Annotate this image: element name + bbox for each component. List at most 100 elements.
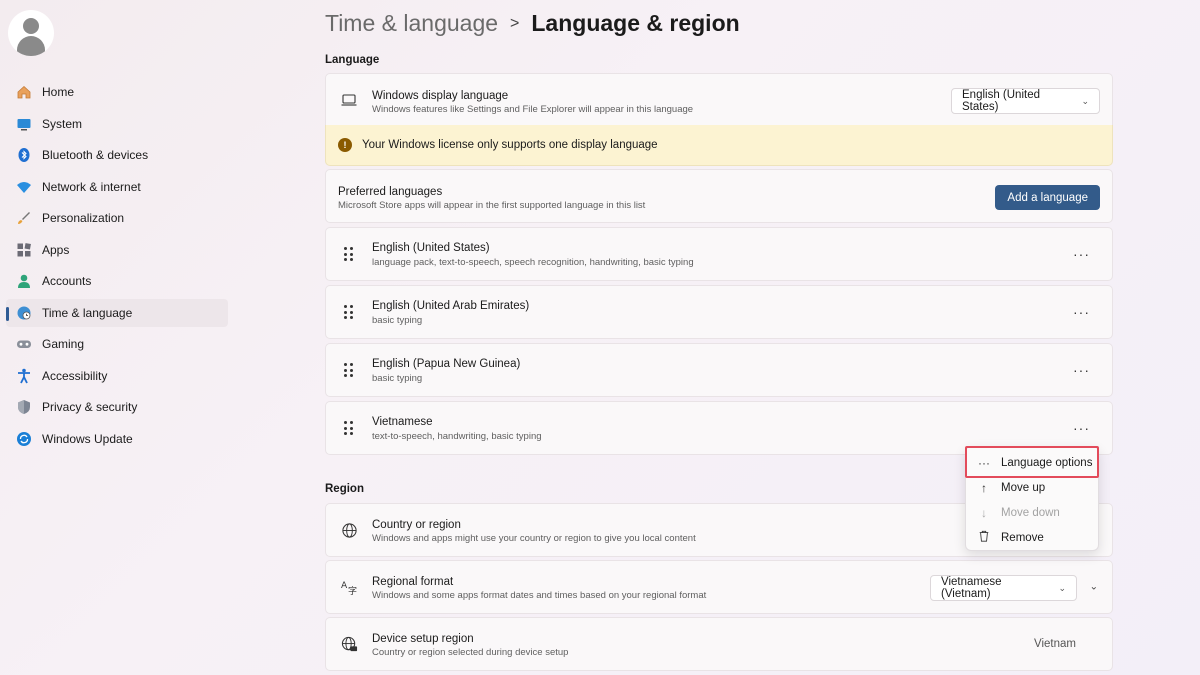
menu-item-label: Move up bbox=[1001, 481, 1046, 494]
more-options-icon[interactable]: ··· bbox=[1073, 304, 1090, 320]
sidebar-item-windows-update[interactable]: Windows Update bbox=[6, 425, 228, 453]
shield-icon bbox=[16, 399, 32, 415]
sidebar-item-accessibility[interactable]: Accessibility bbox=[6, 362, 228, 390]
device-setup-region-title: Device setup region bbox=[372, 633, 474, 645]
sidebar-item-label: Apps bbox=[42, 242, 70, 257]
sidebar-item-apps[interactable]: Apps bbox=[6, 236, 228, 264]
avatar-head bbox=[23, 18, 39, 34]
sidebar-item-label: System bbox=[42, 116, 83, 131]
menu-item-remove[interactable]: Remove bbox=[966, 525, 1100, 550]
svg-text:A: A bbox=[341, 581, 348, 591]
more-options-icon[interactable]: ··· bbox=[1073, 420, 1090, 436]
system-icon bbox=[16, 116, 32, 132]
menu-item-label: Move down bbox=[1001, 506, 1060, 519]
sidebar-item-home[interactable]: Home bbox=[6, 78, 228, 106]
language-features: language pack, text-to-speech, speech re… bbox=[372, 257, 694, 268]
sidebar-item-network[interactable]: Network & internet bbox=[6, 173, 228, 201]
update-icon bbox=[16, 431, 32, 447]
language-name: English (Papua New Guinea) bbox=[372, 358, 521, 370]
avatar[interactable] bbox=[8, 10, 54, 56]
more-options-icon[interactable]: ··· bbox=[1073, 362, 1090, 378]
menu-item-label: Remove bbox=[1001, 531, 1044, 544]
account-icon bbox=[16, 273, 32, 289]
display-language-value: English (United States) bbox=[962, 89, 1040, 113]
sidebar-item-label: Windows Update bbox=[42, 431, 133, 446]
drag-handle-icon[interactable] bbox=[344, 247, 354, 261]
arrow-down-icon: ↓ bbox=[981, 505, 987, 520]
section-title-language: Language bbox=[325, 54, 380, 66]
preferred-languages-card: Preferred languages Microsoft Store apps… bbox=[325, 169, 1113, 223]
language-row[interactable]: English (United Arab Emirates) basic typ… bbox=[325, 285, 1113, 339]
chevron-down-icon: ⌄ bbox=[1058, 582, 1066, 593]
drag-handle-icon[interactable] bbox=[344, 421, 354, 435]
sidebar-item-gaming[interactable]: Gaming bbox=[6, 330, 228, 358]
apps-icon bbox=[16, 242, 32, 258]
device-setup-region-value: Vietnam bbox=[1034, 638, 1076, 650]
display-language-title: Windows display language bbox=[372, 90, 509, 102]
sidebar-item-label: Time & language bbox=[42, 305, 133, 320]
menu-item-move-down: ↓ Move down bbox=[966, 500, 1100, 525]
breadcrumb-parent[interactable]: Time & language bbox=[325, 10, 498, 37]
language-context-menu: ··· Language options ↑ Move up ↓ Move do… bbox=[965, 446, 1099, 551]
sidebar-item-label: Bluetooth & devices bbox=[42, 148, 149, 162]
laptop-icon bbox=[340, 91, 358, 109]
display-language-card: Windows display language Windows feature… bbox=[325, 73, 1113, 126]
expand-chevron-icon[interactable]: ⌄ bbox=[1090, 582, 1098, 593]
menu-item-move-up[interactable]: ↑ Move up bbox=[966, 475, 1100, 500]
regional-format-value: Vietnamese (Vietnam) bbox=[941, 576, 1002, 600]
bluetooth-icon bbox=[16, 147, 32, 163]
sidebar-item-label: Privacy & security bbox=[42, 400, 138, 414]
gamepad-icon bbox=[16, 336, 32, 352]
device-setup-region-card: Device setup region Country or region se… bbox=[325, 617, 1113, 671]
globe-icon bbox=[340, 521, 358, 539]
display-language-dropdown[interactable]: English (United States) ⌄ bbox=[951, 88, 1100, 114]
sidebar-item-label: Personalization bbox=[42, 211, 125, 225]
sidebar-item-personalization[interactable]: Personalization bbox=[6, 204, 228, 232]
sidebar-item-time-language[interactable]: Time & language bbox=[6, 298, 228, 327]
page-title: Language & region bbox=[531, 10, 740, 36]
globe-clock-icon bbox=[16, 305, 32, 321]
home-icon bbox=[16, 84, 32, 100]
sidebar-nav: Home System Bluetooth & devices Network … bbox=[6, 78, 228, 456]
menu-item-label: Language options bbox=[1001, 456, 1093, 469]
device-setup-region-subtitle: Country or region selected during device… bbox=[372, 647, 569, 658]
arrow-up-icon: ↑ bbox=[981, 480, 987, 495]
regional-format-title: Regional format bbox=[372, 576, 454, 588]
chevron-down-icon: ⌄ bbox=[1081, 95, 1089, 106]
drag-handle-icon[interactable] bbox=[344, 363, 354, 377]
chevron-right-icon: > bbox=[510, 14, 520, 32]
language-row[interactable]: English (United States) language pack, t… bbox=[325, 227, 1113, 281]
sidebar-item-label: Accounts bbox=[42, 274, 92, 288]
sidebar-item-privacy[interactable]: Privacy & security bbox=[6, 393, 228, 421]
preferred-languages-title: Preferred languages bbox=[338, 186, 443, 198]
regional-format-subtitle: Windows and some apps format dates and t… bbox=[372, 590, 707, 601]
sidebar-item-bluetooth[interactable]: Bluetooth & devices bbox=[6, 141, 228, 169]
sidebar-item-label: Home bbox=[42, 85, 75, 99]
sidebar-item-system[interactable]: System bbox=[6, 110, 228, 138]
drag-handle-icon[interactable] bbox=[344, 305, 354, 319]
more-icon: ··· bbox=[978, 455, 990, 470]
display-language-subtitle: Windows features like Settings and File … bbox=[372, 104, 694, 115]
language-name: English (United States) bbox=[372, 242, 490, 254]
svg-text:字: 字 bbox=[348, 585, 357, 596]
section-title-region: Region bbox=[325, 483, 364, 495]
trash-icon bbox=[977, 530, 991, 545]
sidebar-item-accounts[interactable]: Accounts bbox=[6, 267, 228, 295]
language-row[interactable]: English (Papua New Guinea) basic typing … bbox=[325, 343, 1113, 397]
wifi-icon bbox=[16, 179, 32, 195]
more-options-icon[interactable]: ··· bbox=[1073, 246, 1090, 262]
menu-item-language-options[interactable]: ··· Language options bbox=[966, 450, 1100, 475]
avatar-body bbox=[17, 36, 45, 56]
regional-format-icon: A字 bbox=[340, 578, 358, 596]
add-language-button[interactable]: Add a language bbox=[995, 185, 1100, 210]
license-warning: ! Your Windows license only supports one… bbox=[325, 125, 1113, 166]
sidebar-item-label: Network & internet bbox=[42, 179, 141, 194]
language-features: basic typing bbox=[372, 373, 423, 384]
language-name: Vietnamese bbox=[372, 416, 433, 428]
language-features: basic typing bbox=[372, 315, 423, 326]
preferred-languages-subtitle: Microsoft Store apps will appear in the … bbox=[338, 200, 646, 211]
country-region-title: Country or region bbox=[372, 519, 461, 531]
regional-format-dropdown[interactable]: Vietnamese (Vietnam) ⌄ bbox=[930, 575, 1077, 601]
warning-icon: ! bbox=[338, 138, 352, 152]
regional-format-card[interactable]: A字 Regional format Windows and some apps… bbox=[325, 560, 1113, 614]
